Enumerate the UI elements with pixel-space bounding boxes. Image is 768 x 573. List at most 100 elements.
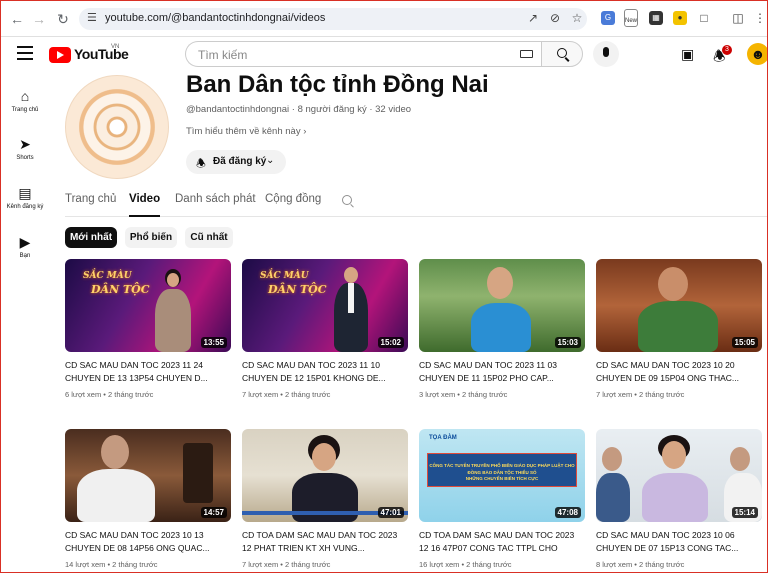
video-thumbnail[interactable]: TỌA ĐÀM CÔNG TÁC TUYÊN TRUYỀN PHỔ BIẾN G… xyxy=(419,429,585,522)
video-duration: 13:55 xyxy=(200,337,227,348)
view-count: 16 lượt xem xyxy=(419,560,460,569)
search-input[interactable]: Tìm kiếm xyxy=(185,41,541,67)
view-count: 7 lượt xem xyxy=(242,560,279,569)
channel-name: Ban Dân tộc tỉnh Đồng Nai xyxy=(186,71,489,98)
channel-search-icon[interactable] xyxy=(342,195,352,205)
thumbnail-title-line1: SẮC MÀU xyxy=(260,271,309,281)
video-thumbnail[interactable]: SẮC MÀU DÂN TỘC 13:55 xyxy=(65,259,231,352)
chip-newest[interactable]: Mới nhất xyxy=(65,227,117,248)
video-duration: 15:03 xyxy=(554,337,581,348)
presenter-shirt xyxy=(348,283,354,313)
video-meta: 8 lượt xem • 2 tháng trước xyxy=(596,560,685,569)
chip-popular[interactable]: Phổ biến xyxy=(125,227,177,248)
banner-line1: CÔNG TÁC TUYÊN TRUYỀN PHỔ BIẾN GIÁO DỤC … xyxy=(429,463,575,475)
video-thumbnail[interactable]: 14:57 xyxy=(65,429,231,522)
interviewee-face xyxy=(487,267,513,299)
reload-icon[interactable]: ↻ xyxy=(53,9,73,29)
video-title[interactable]: CD SAC MAU DAN TOC 2023 10 13 CHUYEN DE … xyxy=(65,529,231,555)
channel-tabs: Trang chủ Video Danh sách phát Cộng đồng xyxy=(65,187,767,217)
channel-meta: @bandantoctinhdongnai · 8 người đăng ký … xyxy=(186,104,412,115)
translate-ext-icon[interactable]: G xyxy=(601,11,615,25)
video-meta: 7 lượt xem • 2 tháng trước xyxy=(596,390,685,399)
video-thumbnail[interactable]: SẮC MÀU DÂN TỘC 15:02 xyxy=(242,259,408,352)
back-icon[interactable]: ← xyxy=(7,9,27,29)
video-meta: 3 lượt xem • 2 tháng trước xyxy=(419,390,508,399)
background-drum xyxy=(183,443,213,503)
video-title[interactable]: CD SAC MAU DAN TOC 2023 10 20 CHUYEN DE … xyxy=(596,359,762,385)
upload-age: 2 tháng trước xyxy=(108,390,154,399)
channel-about-link[interactable]: Tìm hiểu thêm về kênh này › xyxy=(186,126,306,137)
video-duration: 15:02 xyxy=(377,337,404,348)
thumbnail-title-line2: DÂN TỘC xyxy=(268,283,327,296)
open-in-app-icon[interactable]: ↗ xyxy=(525,11,541,25)
new-ext-label: New xyxy=(625,18,638,24)
view-count: 8 lượt xem xyxy=(596,560,633,569)
url-text: youtube.com/@bandantoctinhdongnai/videos xyxy=(105,12,326,24)
guest-face xyxy=(312,443,336,471)
region-code: VN xyxy=(111,44,120,50)
interviewee-body xyxy=(638,301,718,352)
youtube-header: YouTube VN Tìm kiếm ▣ 🕭 3 ☻ xyxy=(1,37,767,73)
upload-age: 2 tháng trước xyxy=(462,390,508,399)
video-title[interactable]: CD TOA DAM SAC MAU DAN TOC 2023 12 PHAT … xyxy=(242,529,408,555)
speaker-body xyxy=(642,473,708,522)
tab-community[interactable]: Cộng đồng xyxy=(265,193,321,217)
video-title[interactable]: CD TOA DAM SAC MAU DAN TOC 2023 12 16 47… xyxy=(419,529,585,555)
tab-videos[interactable]: Video xyxy=(129,193,161,217)
create-video-icon[interactable]: ▣ xyxy=(681,46,694,63)
video-meta: 6 lượt xem • 2 tháng trước xyxy=(65,390,154,399)
extensions-puzzle-icon[interactable]: □ xyxy=(697,11,711,25)
eye-off-icon[interactable]: ⊘ xyxy=(547,11,563,25)
site-settings-icon[interactable]: ☰ xyxy=(87,11,97,24)
chip-oldest[interactable]: Cũ nhất xyxy=(185,227,233,248)
logo-text: YouTube xyxy=(74,46,129,62)
video-title[interactable]: CD SAC MAU DAN TOC 2023 11 03 CHUYEN DE … xyxy=(419,359,585,385)
side-panel-icon[interactable]: ◫ xyxy=(731,11,745,25)
view-count: 6 lượt xem xyxy=(65,390,102,399)
keyboard-icon[interactable] xyxy=(520,50,533,58)
interviewee-face xyxy=(101,435,129,469)
video-title[interactable]: CD SAC MAU DAN TOC 2023 11 24 CHUYEN DE … xyxy=(65,359,231,385)
search-placeholder: Tìm kiếm xyxy=(198,48,248,62)
subscribed-button[interactable]: 🕭 Đã đăng ký ⌄ xyxy=(186,150,286,174)
search-button[interactable] xyxy=(541,41,583,67)
address-bar[interactable]: ☰ youtube.com/@bandantoctinhdongnai/vide… xyxy=(79,8,587,30)
sidebar-item-subscriptions[interactable]: ▤ Kênh đăng ký xyxy=(1,184,49,210)
account-avatar[interactable]: ☻ xyxy=(747,43,767,65)
bookmark-star-icon[interactable]: ☆ xyxy=(569,11,585,25)
upload-age: 2 tháng trước xyxy=(112,560,158,569)
video-thumbnail[interactable]: 15:03 xyxy=(419,259,585,352)
bystander-face xyxy=(602,447,622,471)
tab-playlists[interactable]: Danh sách phát xyxy=(175,193,256,217)
banner-line2: NHỮNG CHUYỂN BIẾN TÍCH CỰC xyxy=(465,476,539,481)
menu-icon[interactable] xyxy=(17,46,33,60)
you-icon: ▶ xyxy=(19,234,31,250)
bystander-face xyxy=(730,447,750,471)
video-title[interactable]: CD SAC MAU DAN TOC 2023 11 10 CHUYEN DE … xyxy=(242,359,408,385)
video-thumbnail[interactable]: 15:05 xyxy=(596,259,762,352)
sidebar-item-home[interactable]: ⌂ Trang chủ xyxy=(1,87,49,113)
video-meta: 7 lượt xem • 2 tháng trước xyxy=(242,560,331,569)
thumbnail-title-line1: SẮC MÀU xyxy=(83,271,132,281)
sidebar-item-label: Shorts xyxy=(16,155,34,161)
subscriptions-icon: ▤ xyxy=(18,185,32,201)
forward-icon[interactable]: → xyxy=(29,9,49,29)
tab-home[interactable]: Trang chủ xyxy=(65,193,116,217)
voice-search-icon[interactable] xyxy=(593,41,619,67)
video-duration: 15:05 xyxy=(731,337,758,348)
video-title[interactable]: CD SAC MAU DAN TOC 2023 10 06 CHUYEN DE … xyxy=(596,529,762,555)
thumbnail-title-line2: DÂN TỘC xyxy=(91,283,150,296)
presenter-face xyxy=(344,267,358,283)
sidebar-item-you[interactable]: ▶ Bạn xyxy=(1,233,49,259)
yellow-ext-icon[interactable]: ● xyxy=(673,11,687,25)
browser-menu-icon[interactable]: ⋮ xyxy=(753,11,767,25)
video-duration: 47:08 xyxy=(554,507,581,518)
sidebar-item-label: Trang chủ xyxy=(11,107,39,113)
sidebar-item-shorts[interactable]: ➤ Shorts xyxy=(1,135,49,161)
qr-ext-icon[interactable]: ▦ xyxy=(649,11,663,25)
video-thumbnail[interactable]: 15:14 xyxy=(596,429,762,522)
video-thumbnail[interactable]: 47:01 xyxy=(242,429,408,522)
sidebar-item-label: Kênh đăng ký xyxy=(6,204,44,210)
speaker-face xyxy=(662,441,686,469)
new-ext-icon[interactable]: New xyxy=(624,9,638,27)
